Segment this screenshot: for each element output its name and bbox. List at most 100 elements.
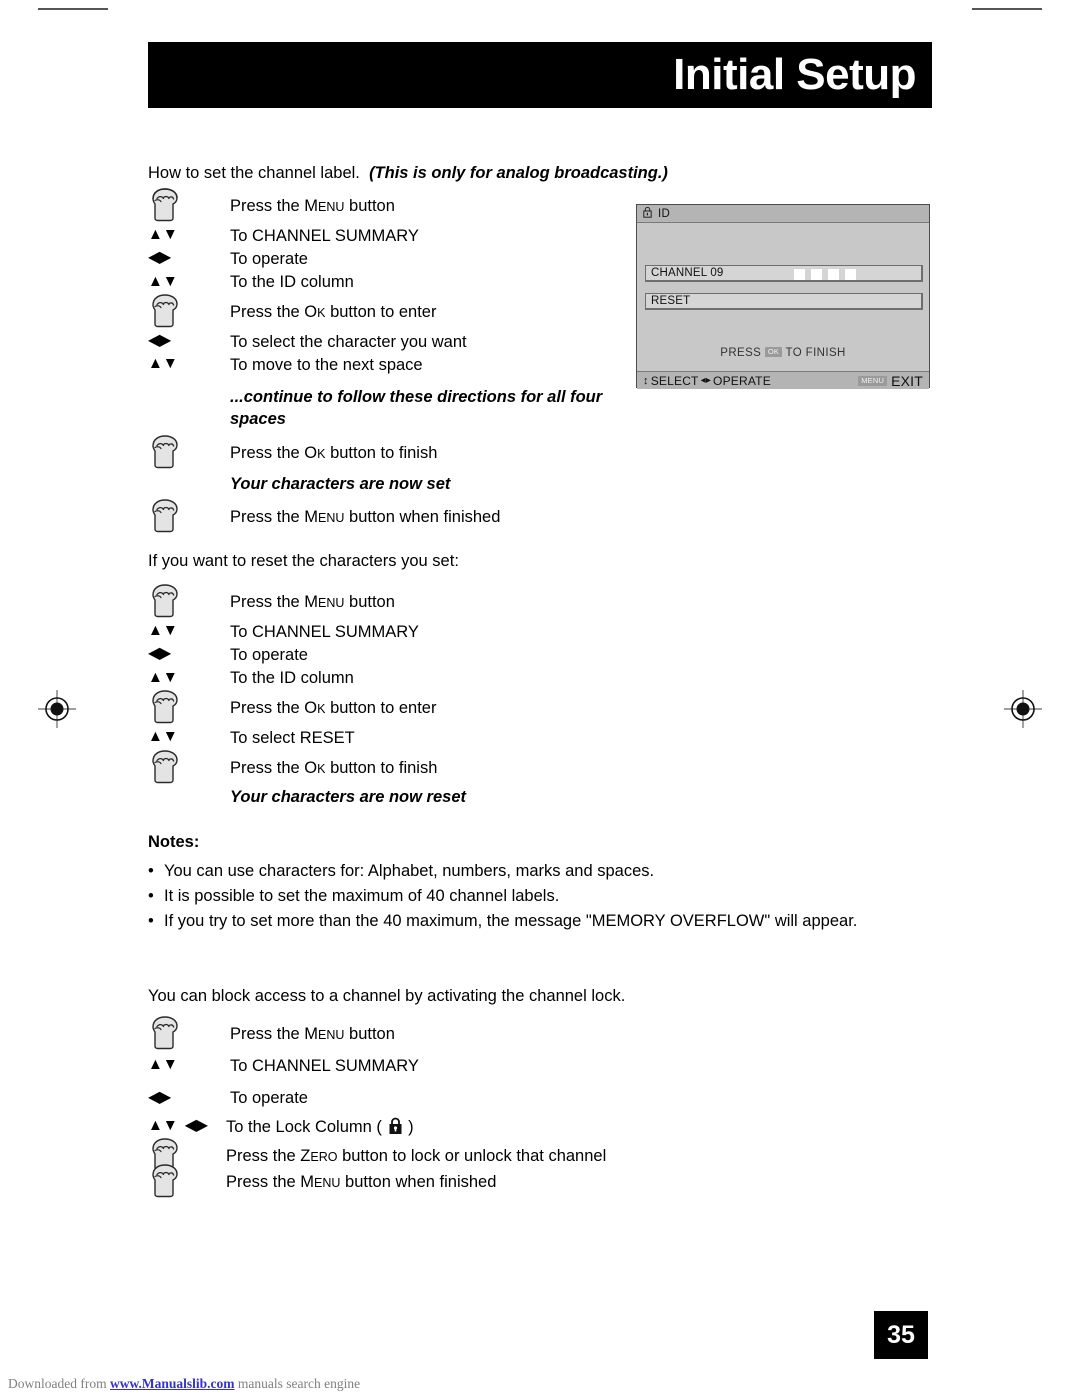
note-text: If you try to set more than the 40 maxim… — [164, 911, 858, 930]
hand-icon — [148, 499, 230, 533]
step-text: Press the MENU button when finished — [226, 1173, 497, 1192]
hand-icon — [148, 434, 230, 468]
step-text: To operate — [230, 645, 308, 664]
leftright-arrows-icon — [148, 330, 230, 352]
lock-icon — [388, 1117, 403, 1139]
osd-footer-operate-label: OPERATE — [713, 373, 771, 388]
result-text: Your characters are now set — [230, 474, 451, 493]
updown-arrows-icon — [148, 726, 230, 748]
keycap-ok: OK — [304, 699, 326, 718]
keycap-ok: OK — [304, 303, 326, 322]
page-header-banner: Initial Setup — [148, 42, 932, 108]
intro-plain-text: How to set the channel label. — [148, 164, 360, 182]
step-text: To CHANNEL SUMMARY — [230, 622, 419, 641]
step-row: To operate — [148, 1086, 938, 1109]
keycap-menu: MENU — [304, 197, 345, 216]
leftright-arrows-icon — [148, 247, 230, 269]
osd-footer-right: MENU EXIT — [858, 373, 923, 389]
keycap-ok: OK — [304, 758, 326, 777]
step-text: To operate — [230, 249, 308, 268]
osd-row-label: RESET — [651, 295, 691, 307]
notes-title: Notes: — [148, 832, 200, 851]
step-text: To the Lock Column ( ) — [226, 1115, 414, 1141]
bullet-icon: • — [148, 861, 154, 880]
hand-icon — [148, 294, 230, 328]
step-row: Press the OK button to finish — [148, 434, 938, 468]
osd-row-channel[interactable]: CHANNEL 09 — [645, 265, 923, 282]
updown-arrows-icon — [148, 353, 230, 375]
step-text: To operate — [230, 1089, 308, 1108]
keycap-menu: MENU — [304, 593, 345, 612]
step-text: To the ID column — [230, 273, 354, 292]
osd-row-reset[interactable]: RESET — [645, 293, 923, 310]
lock-intro-text: You can block access to a channel by act… — [148, 986, 626, 1005]
menu-key-chip: MENU — [858, 375, 888, 386]
step-row: Press the MENU button when finished — [148, 1164, 938, 1198]
step-text: To move to the next space — [230, 355, 423, 374]
updown-arrows-icon — [148, 620, 230, 642]
lock-icon — [643, 206, 652, 221]
step-text: Press the MENU button — [230, 197, 395, 216]
keycap-menu: MENU — [304, 508, 345, 527]
step-text: Press the MENU button — [230, 1024, 395, 1043]
osd-titlebar: ID — [637, 205, 929, 223]
lock-steps-group: Press the MENU button To CHANNEL SUMMARY… — [148, 1016, 938, 1198]
continue-note: ...continue to follow these directions f… — [230, 388, 603, 429]
character-slot[interactable] — [794, 269, 805, 280]
osd-finish-hint: PRESS OK TO FINISH — [720, 347, 846, 359]
leftright-arrows-icon — [148, 643, 230, 665]
step-text: Press the ZERO button to lock or unlock … — [226, 1146, 607, 1165]
updown-arrows-icon — [148, 666, 230, 688]
registration-mark-left — [38, 690, 76, 728]
step-row: Press the OK button to enter — [148, 690, 938, 724]
step-text: Press the MENU button when finished — [230, 508, 501, 527]
step-row: Press the OK button to finish — [148, 750, 938, 784]
crop-mark-top-left — [38, 8, 108, 10]
step-row: To CHANNEL SUMMARY — [148, 1054, 938, 1077]
page-number-badge: 35 — [874, 1311, 928, 1359]
updown-arrows-icon — [148, 224, 230, 246]
hand-icon — [148, 584, 230, 618]
hand-icon — [148, 750, 230, 784]
osd-footer: ↕ SELECT ◂▸ OPERATE MENU EXIT — [637, 371, 929, 389]
step-row: Press the ZERO button to lock or unlock … — [148, 1138, 938, 1171]
step-row: To CHANNEL SUMMARY — [148, 620, 938, 643]
keycap-menu: MENU — [300, 1173, 341, 1192]
step-row: To the ID column — [148, 666, 938, 689]
result-text: Your characters are now reset — [230, 788, 466, 807]
osd-body: CHANNEL 09 RESET PRESS OK TO FINISH — [637, 223, 929, 371]
note-list-item: • You can use characters for: Alphabet, … — [148, 860, 938, 883]
step-row: Press the MENU button when finished — [148, 499, 938, 533]
step-row-result: Your characters are now reset — [148, 785, 938, 808]
character-slot[interactable] — [828, 269, 839, 280]
osd-footer-left: ↕ SELECT ◂▸ OPERATE — [643, 374, 771, 388]
download-footer: Downloaded from www.Manualslib.com manua… — [8, 1376, 360, 1392]
hand-icon — [148, 188, 230, 222]
step-row: To select RESET — [148, 726, 938, 749]
osd-row-label: CHANNEL 09 — [651, 267, 724, 279]
updown-arrows-icon — [148, 270, 230, 292]
intro-emphasis-text: (This is only for analog broadcasting.) — [369, 164, 668, 182]
updown-arrow-icon: ↕ — [643, 374, 649, 387]
osd-screen-mockup: ID CHANNEL 09 RESET PRESS OK TO FINISH ↕… — [636, 204, 930, 389]
keycap-menu: MENU — [304, 1024, 345, 1043]
manualslib-link[interactable]: www.Manualslib.com — [110, 1376, 235, 1391]
character-slot-group[interactable] — [794, 269, 856, 280]
step-row-result: Your characters are now set — [148, 472, 938, 495]
step-text: Press the OK button to enter — [230, 699, 437, 718]
character-slot[interactable] — [811, 269, 822, 280]
note-list-item: • If you try to set more than the 40 max… — [148, 910, 938, 933]
keycap-ok: OK — [304, 443, 326, 462]
character-slot[interactable] — [845, 269, 856, 280]
hand-icon — [148, 1164, 226, 1198]
step-text: Press the OK button to finish — [230, 758, 438, 777]
osd-footer-select-label: SELECT — [650, 373, 699, 388]
download-footer-suffix: manuals search engine — [234, 1376, 361, 1391]
reset-intro-text: If you want to reset the characters you … — [148, 552, 459, 571]
bullet-icon: • — [148, 886, 154, 905]
hand-icon — [148, 690, 230, 724]
leftright-arrow-icon: ◂▸ — [700, 375, 712, 386]
download-footer-prefix: Downloaded from — [8, 1376, 110, 1391]
